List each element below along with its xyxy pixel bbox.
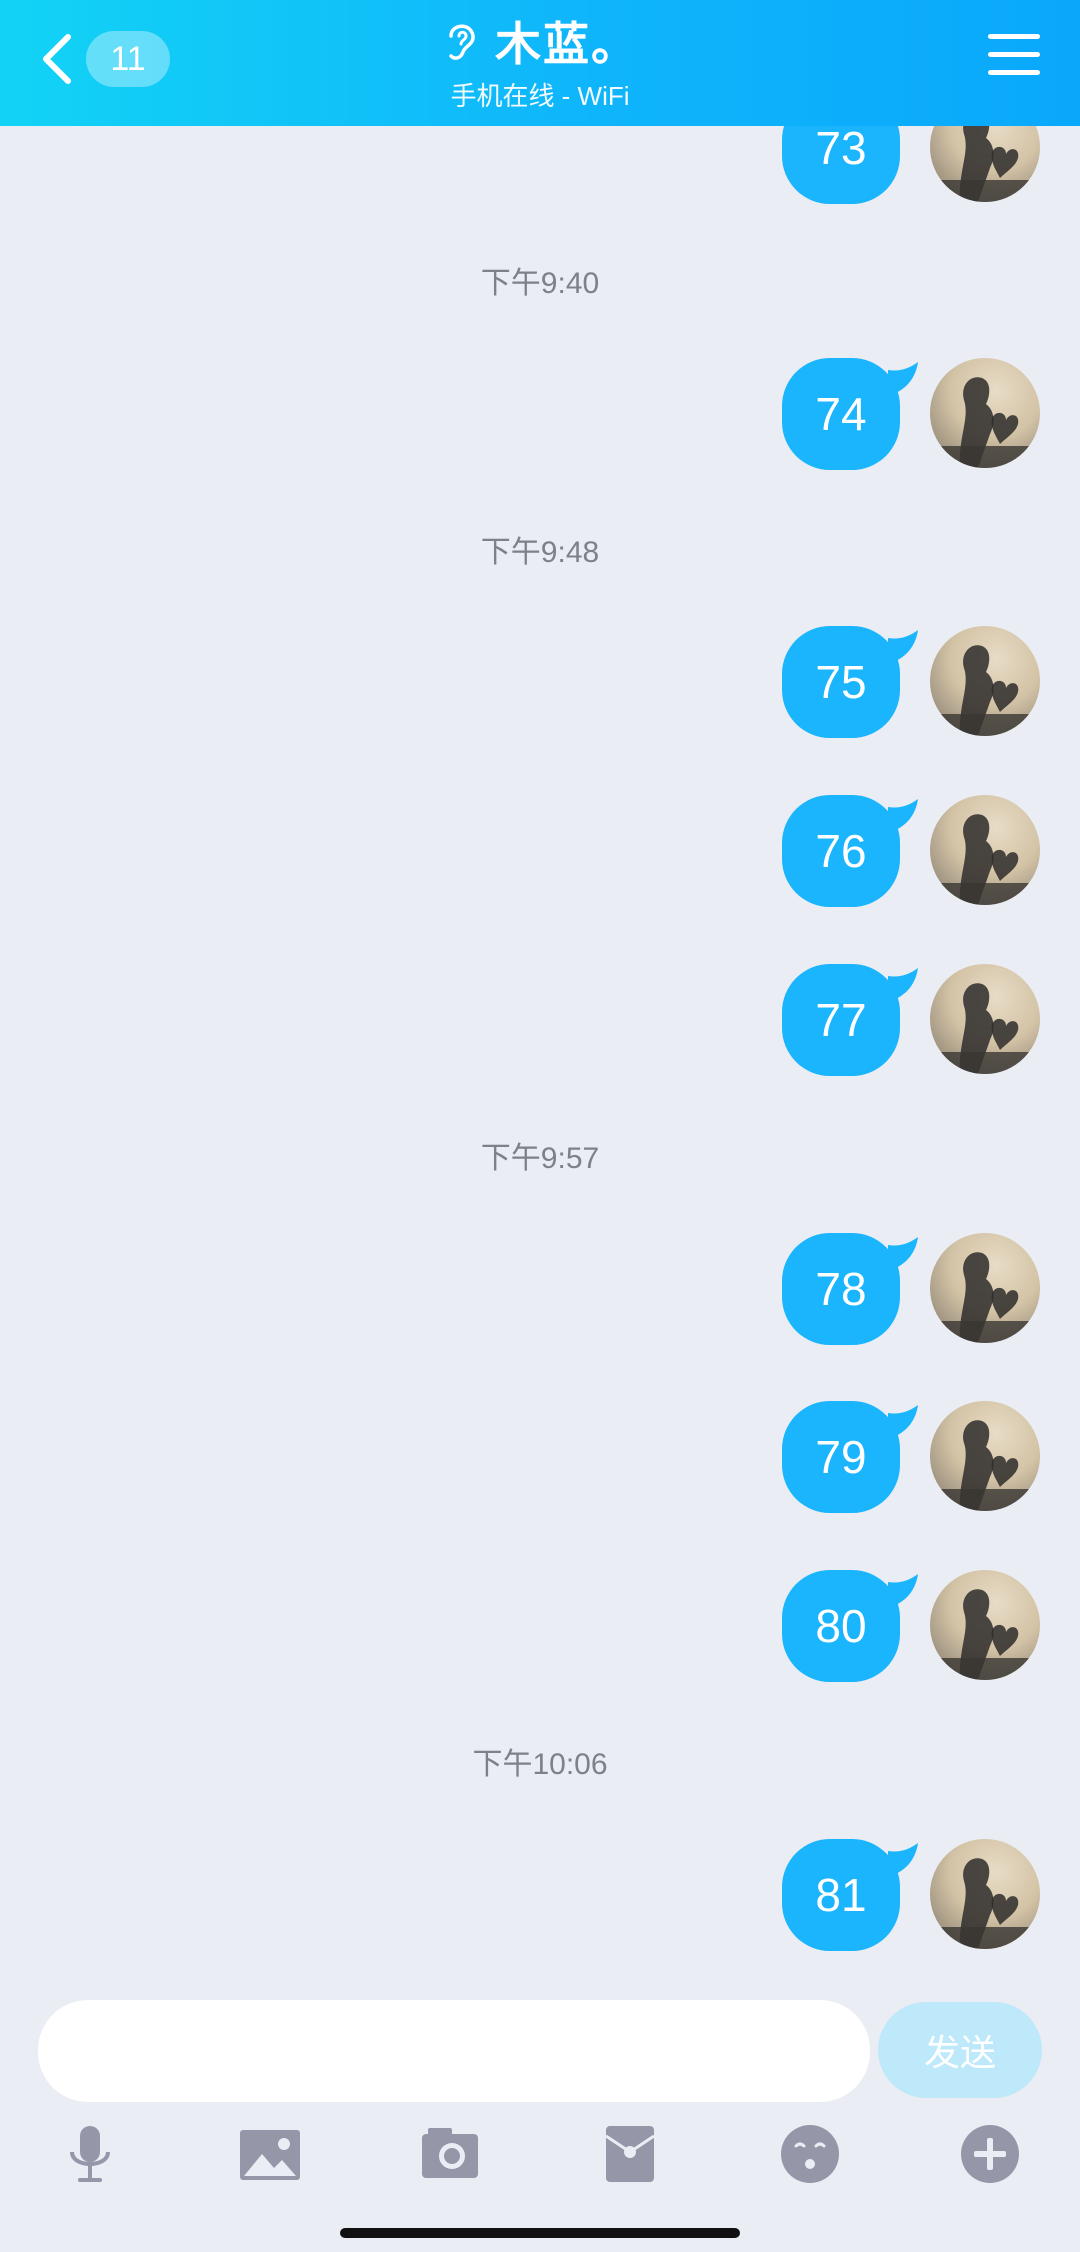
- message-bubble[interactable]: 79: [782, 1401, 900, 1513]
- avatar[interactable]: [930, 1401, 1040, 1511]
- message-row: 76: [780, 795, 1040, 907]
- message-row: 79: [780, 1401, 1040, 1513]
- bubble-tail: [888, 126, 898, 130]
- message-bubble[interactable]: 73: [782, 126, 900, 204]
- microphone-icon: [70, 2126, 110, 2182]
- message-row: 77: [780, 964, 1040, 1076]
- chat-title: 木蓝。: [495, 18, 639, 70]
- message-row: 80: [780, 1570, 1040, 1682]
- timestamp: 下午9:48: [480, 536, 600, 569]
- message-input[interactable]: [38, 2000, 870, 2102]
- plus-icon: [961, 2125, 1019, 2183]
- message-bubble[interactable]: 80: [782, 1570, 900, 1682]
- send-button[interactable]: 发送: [878, 2002, 1042, 2098]
- image-button[interactable]: [238, 2122, 302, 2186]
- image-icon: [240, 2130, 300, 2180]
- message-bubble[interactable]: 77: [782, 964, 900, 1076]
- avatar[interactable]: [930, 795, 1040, 905]
- chat-header: 11 木蓝。 手机在线 - WiFi: [0, 0, 1080, 126]
- avatar[interactable]: [930, 964, 1040, 1074]
- menu-icon: [988, 34, 1040, 39]
- avatar[interactable]: [930, 1570, 1040, 1680]
- message-row: 81: [780, 1839, 1040, 1951]
- avatar[interactable]: [930, 126, 1040, 202]
- menu-button[interactable]: [988, 34, 1040, 80]
- emoji-icon: [781, 2125, 839, 2183]
- message-list[interactable]: 73 下午9:40 74 下午9:48 75 76 77 下午9:57 78 79 80 下午10:0…: [0, 126, 1080, 1986]
- timestamp: 下午9:57: [480, 1142, 600, 1175]
- avatar[interactable]: [930, 1839, 1040, 1949]
- avatar[interactable]: [930, 1233, 1040, 1343]
- avatar[interactable]: [930, 626, 1040, 736]
- message-bubble[interactable]: 76: [782, 795, 900, 907]
- bubble-tail: [888, 362, 918, 396]
- red-packet-button[interactable]: [598, 2122, 662, 2186]
- bubble-tail: [888, 1843, 918, 1877]
- camera-button[interactable]: [418, 2122, 482, 2186]
- online-status: 手机在线 - WiFi: [450, 81, 630, 111]
- message-bubble[interactable]: 75: [782, 626, 900, 738]
- microphone-button[interactable]: [58, 2122, 122, 2186]
- emoji-button[interactable]: [778, 2122, 842, 2186]
- message-bubble[interactable]: 81: [782, 1839, 900, 1951]
- bubble-tail: [888, 799, 918, 833]
- avatar[interactable]: [930, 358, 1040, 468]
- message-row: 74: [780, 358, 1040, 470]
- timestamp: 下午10:06: [472, 1748, 608, 1781]
- bubble-tail: [888, 1237, 918, 1271]
- plus-button[interactable]: [958, 2122, 1022, 2186]
- message-row: 78: [780, 1233, 1040, 1345]
- red-packet-icon: [605, 2126, 655, 2182]
- message-row: 75: [780, 626, 1040, 738]
- bubble-tail: [888, 968, 918, 1002]
- home-indicator: [340, 2228, 740, 2238]
- message-bubble[interactable]: 74: [782, 358, 900, 470]
- bubble-tail: [888, 1574, 918, 1608]
- title-area[interactable]: 木蓝。 手机在线 - WiFi: [0, 10, 1080, 113]
- message-bubble[interactable]: 78: [782, 1233, 900, 1345]
- ear-icon: [449, 24, 475, 60]
- camera-icon: [422, 2128, 478, 2178]
- bubble-tail: [888, 1405, 918, 1439]
- timestamp: 下午9:40: [480, 267, 600, 300]
- bubble-tail: [888, 630, 918, 664]
- input-bar: 发送: [0, 1986, 1080, 2122]
- message-row: 73: [780, 126, 1040, 204]
- input-toolbar: [0, 2122, 1080, 2232]
